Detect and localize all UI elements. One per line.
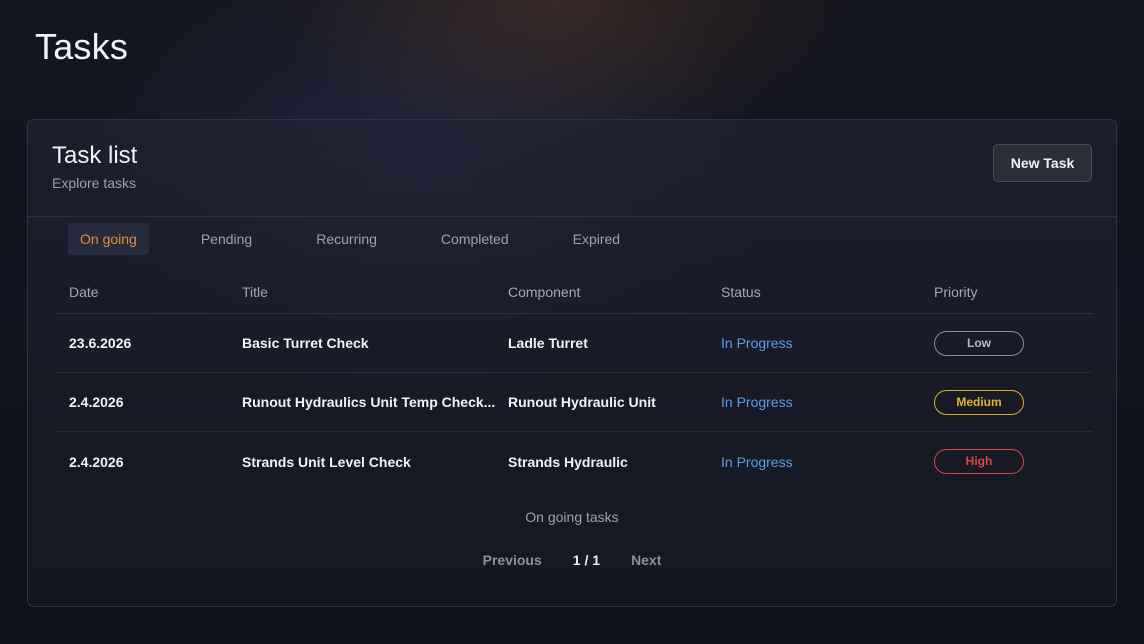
previous-page-button[interactable]: Previous: [483, 552, 542, 568]
column-header-priority[interactable]: Priority: [934, 284, 1093, 300]
card-title: Task list: [52, 142, 138, 169]
column-header-component[interactable]: Component: [508, 284, 721, 300]
task-table: Date Title Component Status Priority 23.…: [55, 270, 1093, 491]
new-task-button[interactable]: New Task: [993, 144, 1092, 182]
next-page-button[interactable]: Next: [631, 552, 661, 568]
row-priority-cell: High: [934, 449, 1093, 474]
tab-completed[interactable]: Completed: [429, 223, 521, 255]
pagination: Previous 1 / 1 Next: [28, 552, 1116, 568]
row-status: In Progress: [721, 394, 793, 410]
row-date: 2.4.2026: [69, 453, 124, 470]
priority-badge: Low: [934, 330, 1024, 356]
tab-on-going[interactable]: On going: [68, 223, 149, 255]
row-component: Strands Hydraulic: [508, 453, 628, 470]
row-date: 23.6.2026: [69, 335, 132, 351]
tasks-footer-label: On going tasks: [525, 509, 619, 525]
row-title: Basic Turret Check: [242, 335, 369, 351]
row-title: Runout Hydraulics Unit Temp Check...: [242, 394, 496, 410]
task-tabs: On going Pending Recurring Completed Exp…: [68, 222, 632, 256]
row-status: In Progress: [721, 453, 793, 470]
table-header: Date Title Component Status Priority: [55, 270, 1093, 314]
tab-pending[interactable]: Pending: [189, 223, 264, 255]
table-row[interactable]: 2.4.2026 Runout Hydraulics Unit Temp Che…: [55, 373, 1093, 432]
page-indicator: 1 / 1: [572, 552, 601, 568]
row-priority-cell: Low: [934, 330, 1093, 356]
tab-recurring[interactable]: Recurring: [304, 223, 389, 255]
row-title: Strands Unit Level Check: [242, 453, 411, 470]
row-priority-cell: Medium: [934, 389, 1093, 415]
page-title: Tasks: [35, 26, 129, 67]
card-subtitle: Explore tasks: [52, 175, 137, 191]
priority-badge: High: [934, 449, 1024, 474]
tab-expired[interactable]: Expired: [561, 223, 632, 255]
column-header-title[interactable]: Title: [242, 284, 508, 300]
table-row[interactable]: 2.4.2026 Strands Unit Level Check Strand…: [55, 432, 1093, 491]
table-row[interactable]: 23.6.2026 Basic Turret Check Ladle Turre…: [55, 314, 1093, 373]
card-header: Task list Explore tasks New Task: [28, 120, 1116, 217]
row-status: In Progress: [721, 335, 793, 351]
row-date: 2.4.2026: [69, 394, 124, 410]
column-header-date[interactable]: Date: [55, 284, 242, 300]
priority-badge: Medium: [934, 389, 1024, 415]
column-header-status[interactable]: Status: [721, 284, 934, 300]
task-list-card: Task list Explore tasks New Task On goin…: [27, 119, 1117, 607]
row-component: Ladle Turret: [508, 335, 588, 351]
row-component: Runout Hydraulic Unit: [508, 394, 656, 410]
